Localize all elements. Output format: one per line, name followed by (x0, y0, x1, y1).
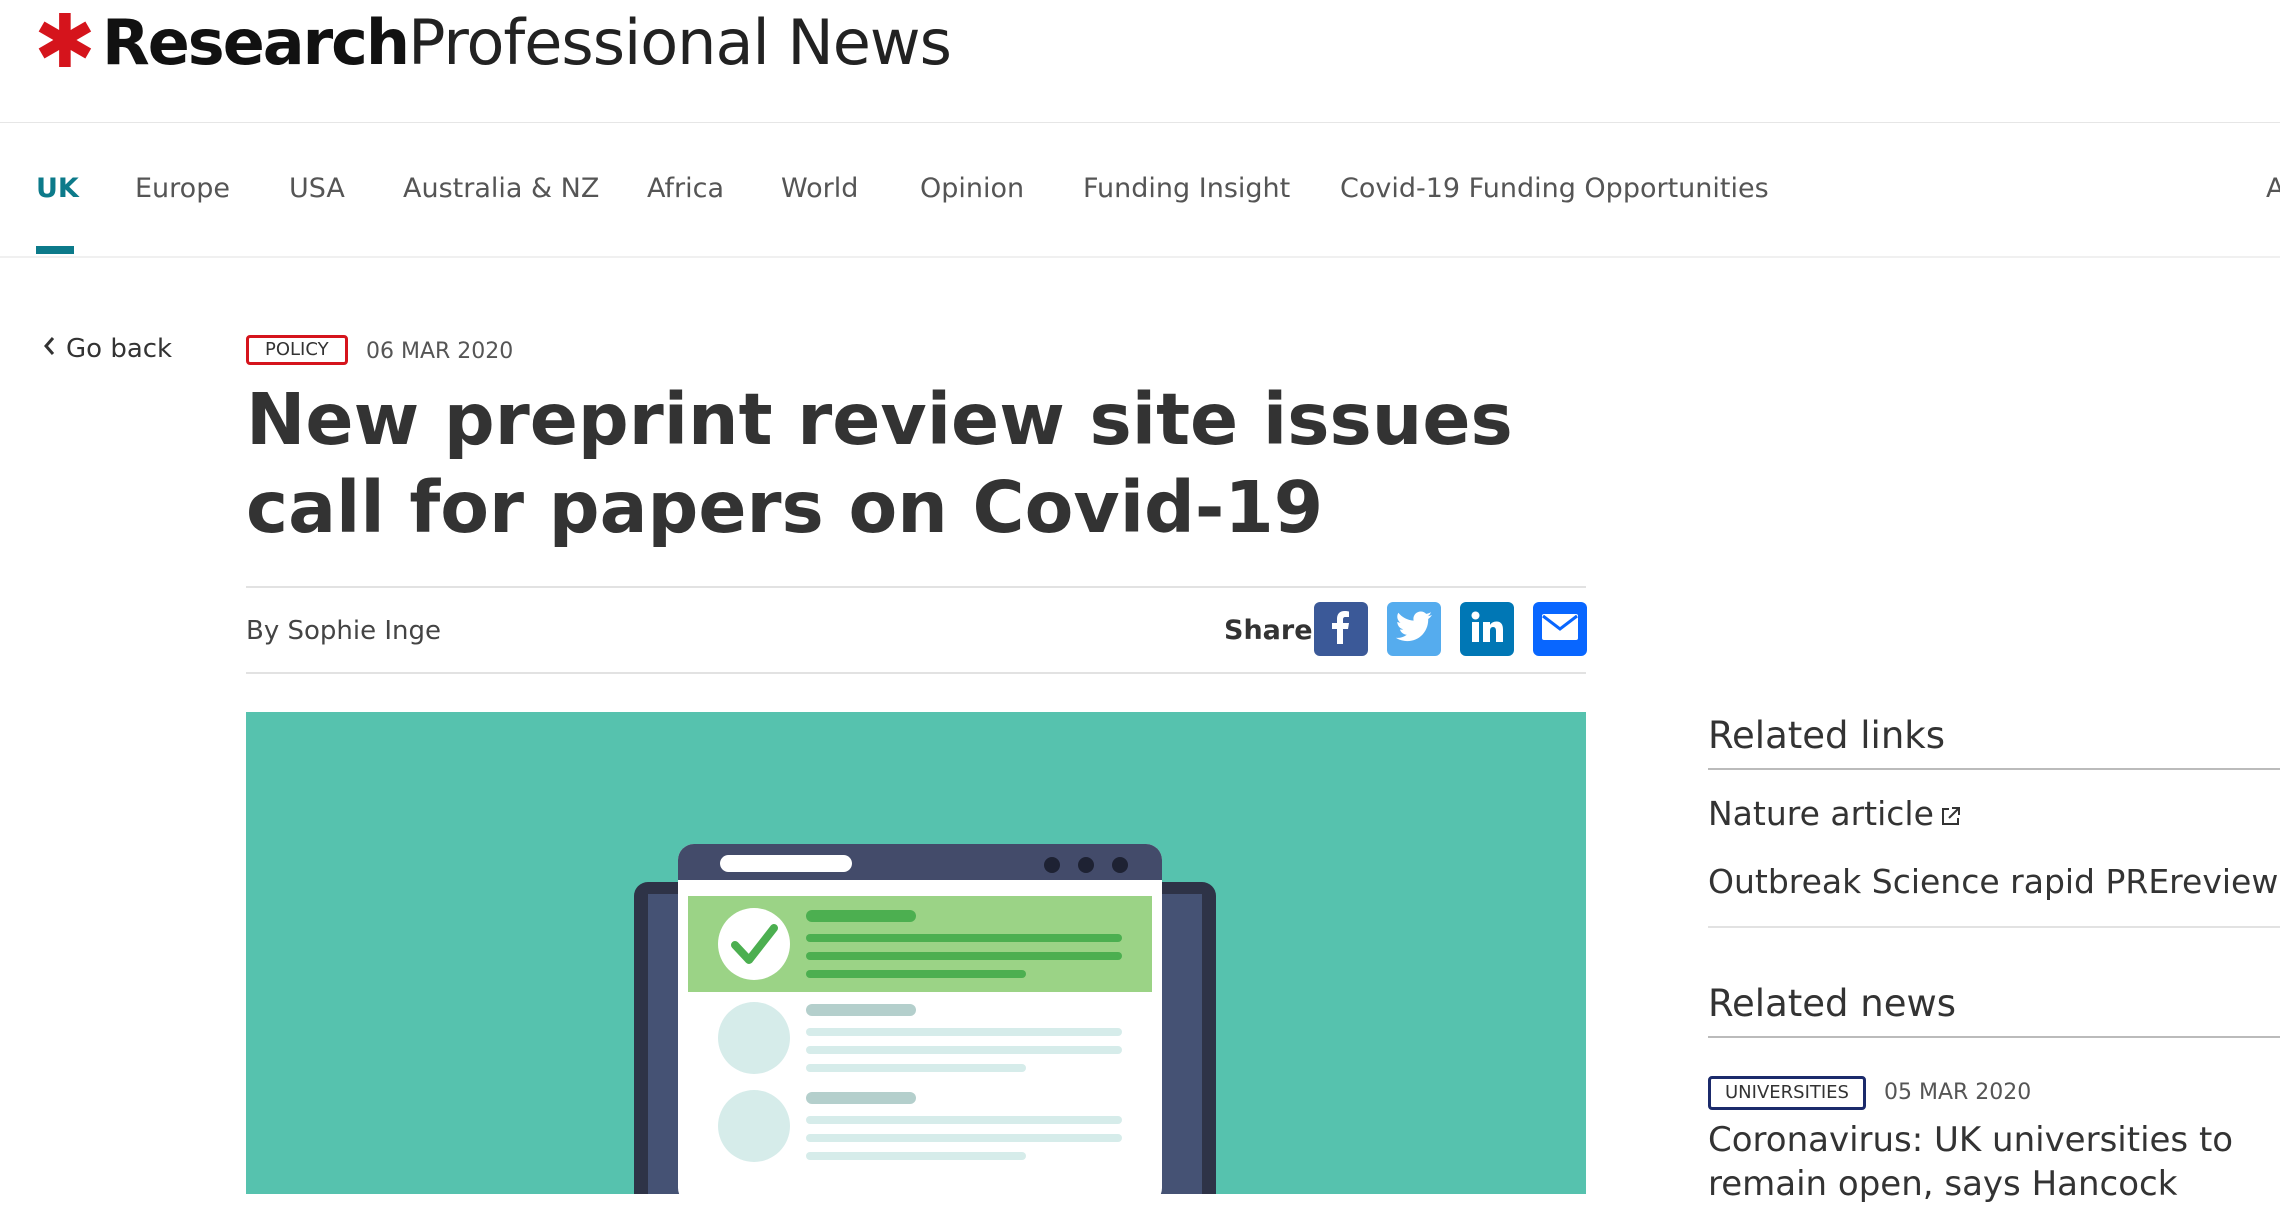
related-news-date: 05 MAR 2020 (1884, 1080, 2032, 1105)
nav-item-covid-funding[interactable]: Covid-19 Funding Opportunities (1340, 173, 1769, 204)
site-logo[interactable]: ✱ Research Professional News (34, 0, 952, 85)
related-links-divider (1708, 768, 2280, 770)
chevron-left-icon (42, 334, 56, 364)
nav-item-opinion[interactable]: Opinion (920, 173, 1024, 204)
nav-item-world[interactable]: World (781, 173, 858, 204)
byline-divider-top (246, 586, 1586, 588)
related-news-title-link[interactable]: Coronavirus: UK universities to remain o… (1708, 1118, 2268, 1206)
nav-item-africa[interactable]: Africa (647, 173, 724, 204)
logo-text-light: Professional News (408, 5, 952, 79)
share-linkedin-button[interactable] (1460, 602, 1514, 656)
related-news-category-badge[interactable]: UNIVERSITIES (1708, 1076, 1866, 1110)
nav-divider (0, 256, 2280, 258)
article-title: New preprint review site issues call for… (246, 378, 1513, 549)
nav-item-australia-nz[interactable]: Australia & NZ (403, 173, 599, 204)
nav-item-overflow[interactable]: A (2266, 173, 2280, 204)
article-hero-image (246, 712, 1586, 1194)
related-links-heading: Related links (1708, 714, 1945, 757)
main-nav: UK Europe USA Australia & NZ Africa Worl… (0, 123, 2280, 255)
related-link-nature-article[interactable]: Nature article (1708, 794, 1962, 835)
nav-item-uk[interactable]: UK (36, 173, 79, 204)
nav-item-europe[interactable]: Europe (135, 173, 230, 204)
nav-item-usa[interactable]: USA (289, 173, 345, 204)
share-email-button[interactable] (1533, 602, 1587, 656)
related-news-divider (1708, 1036, 2280, 1038)
related-news-heading: Related news (1708, 982, 1957, 1025)
facebook-icon (1326, 610, 1356, 648)
related-link-outbreak-science[interactable]: Outbreak Science rapid PREreview (1708, 862, 2280, 903)
go-back-label: Go back (66, 334, 173, 364)
byline-divider-bottom (246, 672, 1586, 674)
logo-text-bold: Research (102, 5, 410, 79)
share-label: Share (1224, 615, 1313, 646)
linkedin-icon (1470, 610, 1504, 648)
nav-active-indicator (36, 246, 74, 254)
article-byline: By Sophie Inge (246, 616, 442, 646)
related-link-label: Outbreak Science rapid PREreview (1708, 862, 2279, 901)
external-link-icon (1940, 796, 1962, 835)
share-facebook-button[interactable] (1314, 602, 1368, 656)
go-back-link[interactable]: Go back (42, 334, 172, 364)
category-badge[interactable]: POLICY (246, 335, 348, 365)
article-date: 06 MAR 2020 (366, 339, 514, 364)
share-twitter-button[interactable] (1387, 602, 1441, 656)
nav-item-funding-insight[interactable]: Funding Insight (1083, 173, 1290, 204)
related-link-label: Nature article (1708, 794, 1934, 833)
email-icon (1541, 613, 1579, 645)
asterisk-logo-icon: ✱ (34, 0, 97, 85)
twitter-icon (1395, 611, 1433, 647)
related-links-bottom-divider (1708, 926, 2280, 928)
